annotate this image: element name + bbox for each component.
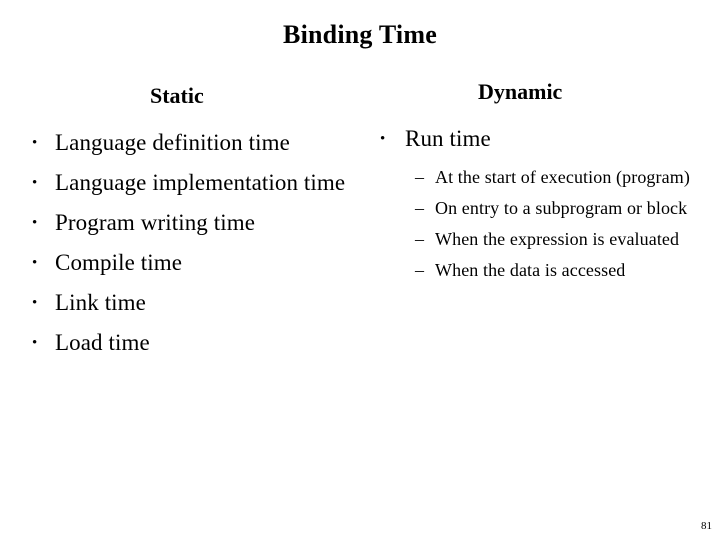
list-item: • Link time <box>26 283 371 323</box>
sub-list-item-label: When the expression is evaluated <box>435 229 680 249</box>
sub-list: – At the start of execution (program) – … <box>372 162 692 286</box>
bullet-icon: • <box>32 175 38 191</box>
sub-list-item-label: At the start of execution (program) <box>435 167 690 187</box>
slide: Binding Time Static Dynamic • Language d… <box>0 0 720 540</box>
list-item-label: Link time <box>55 290 146 315</box>
sub-list-item-label: When the data is accessed <box>435 260 626 280</box>
bullet-icon: • <box>32 335 38 351</box>
dash-icon: – <box>415 167 425 187</box>
static-bullet-list: • Language definition time • Language im… <box>26 123 371 363</box>
bullet-icon: • <box>32 295 38 311</box>
list-item-label: Language implementation time <box>55 170 346 195</box>
list-item-label: Load time <box>55 330 150 355</box>
dash-icon: – <box>415 198 425 218</box>
sub-list-item: – At the start of execution (program) <box>415 162 692 193</box>
bullet-icon: • <box>380 131 386 147</box>
dash-icon: – <box>415 260 425 280</box>
dynamic-bullet-list: • Run time – At the start of execution (… <box>372 118 692 286</box>
bullet-icon: • <box>32 215 38 231</box>
list-item: • Program writing time <box>26 203 371 243</box>
page-title: Binding Time <box>283 20 437 49</box>
page-number: 81 <box>701 520 712 532</box>
dash-icon: – <box>415 229 425 249</box>
sub-list-item: – When the expression is evaluated <box>415 224 692 255</box>
list-item: • Compile time <box>26 243 371 283</box>
sub-list-item-label: On entry to a subprogram or block <box>435 198 688 218</box>
list-item: • Language definition time <box>26 123 371 163</box>
list-item: • Run time <box>372 118 692 160</box>
list-item-label: Compile time <box>55 250 183 275</box>
bullet-icon: • <box>32 255 38 271</box>
list-item-label: Run time <box>405 126 491 151</box>
list-item: • Language implementation time <box>26 163 371 203</box>
bullet-icon: • <box>32 135 38 151</box>
sub-list-item: – When the data is accessed <box>415 255 692 286</box>
list-item: • Load time <box>26 323 371 363</box>
column-heading-static: Static <box>150 83 204 108</box>
sub-list-item: – On entry to a subprogram or block <box>415 193 692 224</box>
list-item-label: Language definition time <box>55 130 290 155</box>
list-item-label: Program writing time <box>55 210 256 235</box>
column-heading-dynamic: Dynamic <box>478 79 563 104</box>
